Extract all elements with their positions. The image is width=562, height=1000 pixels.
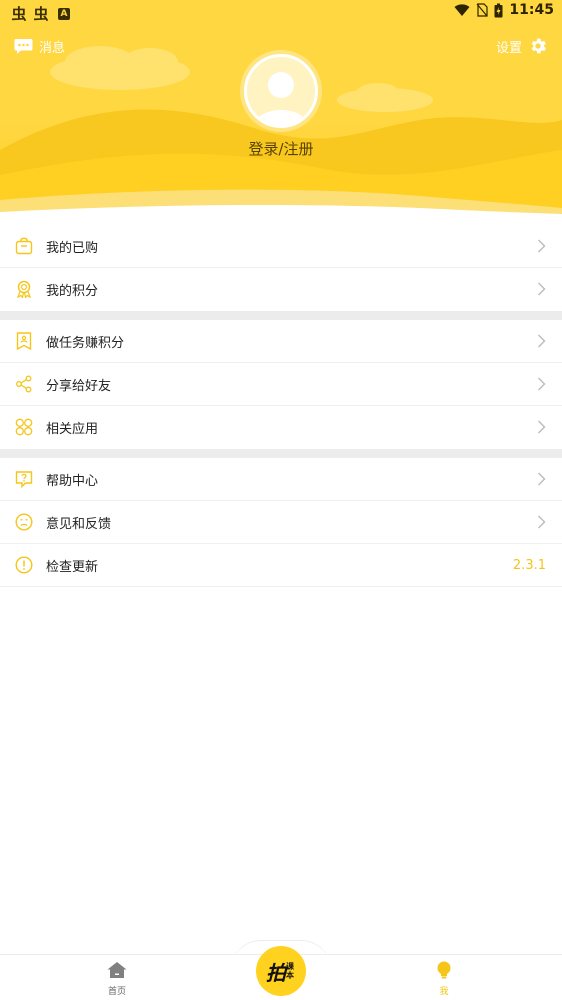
bag-icon xyxy=(15,237,33,255)
menu-item-help[interactable]: 帮助中心 xyxy=(0,458,562,501)
photo-search-logo-main: 拍 xyxy=(266,960,286,985)
menu-item-purchased[interactable]: 我的已购 xyxy=(0,225,562,268)
profile-header: 虫 虫 A 11:45 消息 设置 登录/注册 xyxy=(0,0,562,222)
chevron-right-icon xyxy=(538,334,546,348)
menu-item-label: 意见和反馈 xyxy=(46,516,112,532)
task-icon xyxy=(16,332,32,350)
avatar[interactable] xyxy=(244,54,318,128)
menu-item-check-update[interactable]: 检查更新 2.3.1 xyxy=(0,544,562,587)
feedback-icon xyxy=(15,513,33,531)
menu-list: 我的已购 我的积分 做任务赚积分 分享给好友 相关应用 帮助中心 意见和反馈 检… xyxy=(0,225,562,587)
app-version: 2.3.1 xyxy=(512,557,546,573)
battery-charging-icon xyxy=(494,3,503,17)
update-icon xyxy=(15,556,33,574)
tab-me[interactable]: 我 xyxy=(424,961,464,997)
status-bar: 虫 虫 A 11:45 xyxy=(0,0,562,24)
wifi-icon xyxy=(454,4,470,16)
settings-button[interactable]: 设置 xyxy=(496,36,548,56)
menu-item-feedback[interactable]: 意见和反馈 xyxy=(0,501,562,544)
bug-notification-icon: 虫 xyxy=(11,5,27,23)
no-sim-icon xyxy=(476,3,489,17)
a-notification-icon: A xyxy=(58,7,70,20)
share-icon xyxy=(16,375,32,393)
section-divider xyxy=(0,311,562,320)
menu-item-points[interactable]: 我的积分 xyxy=(0,268,562,311)
bug-notification-icon: 虫 xyxy=(33,5,49,23)
chevron-right-icon xyxy=(538,515,546,529)
menu-item-label: 相关应用 xyxy=(46,422,99,437)
login-register-link[interactable]: 登录/注册 xyxy=(0,138,562,159)
menu-item-tasks[interactable]: 做任务赚积分 xyxy=(0,320,562,363)
photo-search-logo-sub: 课本 xyxy=(286,962,294,980)
tab-home-label: 首页 xyxy=(107,987,126,997)
section-divider xyxy=(0,449,562,458)
messages-label: 消息 xyxy=(39,41,66,56)
menu-item-label: 我的积分 xyxy=(46,284,99,299)
chevron-right-icon xyxy=(538,282,546,296)
chevron-right-icon xyxy=(538,420,546,434)
tab-home[interactable]: 首页 xyxy=(97,961,137,997)
help-icon xyxy=(15,471,33,488)
tab-photo-search[interactable]: 拍 课本 xyxy=(256,946,306,996)
menu-item-label: 做任务赚积分 xyxy=(46,335,125,351)
gear-icon xyxy=(531,38,546,54)
settings-label: 设置 xyxy=(495,40,522,56)
chat-bubble-icon xyxy=(14,39,33,54)
menu-item-label: 分享给好友 xyxy=(46,378,112,394)
menu-item-share[interactable]: 分享给好友 xyxy=(0,363,562,406)
messages-button[interactable]: 消息 xyxy=(14,37,65,56)
menu-item-related-apps[interactable]: 相关应用 xyxy=(0,406,562,449)
apps-icon xyxy=(15,418,33,436)
menu-item-label: 帮助中心 xyxy=(46,473,99,489)
menu-item-label: 检查更新 xyxy=(46,559,99,575)
lightbulb-icon xyxy=(437,961,451,979)
chevron-right-icon xyxy=(538,239,546,253)
menu-item-label: 我的已购 xyxy=(46,240,99,256)
chevron-right-icon xyxy=(538,377,546,391)
clock: 11:45 xyxy=(509,2,554,18)
tab-me-label: 我 xyxy=(439,987,449,997)
default-avatar-icon xyxy=(255,72,307,125)
medal-icon xyxy=(16,280,32,298)
chevron-right-icon xyxy=(538,472,546,486)
home-icon xyxy=(107,962,127,978)
